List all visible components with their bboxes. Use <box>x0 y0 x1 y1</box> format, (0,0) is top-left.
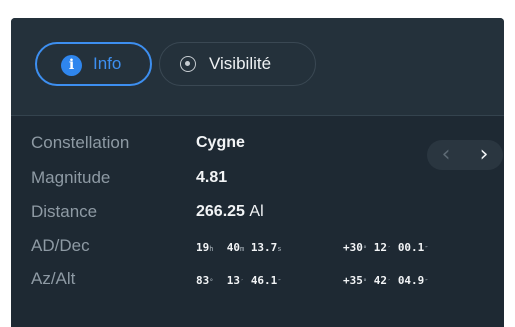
distance-value: 266.25 Al <box>196 203 264 220</box>
chevron-left-icon[interactable]: ‹ <box>427 140 465 170</box>
panel-header: i Info Visibilité <box>11 18 504 115</box>
right-ascension-value: 19h 40m 13.7s <box>196 241 282 254</box>
magnitude-label: Magnitude <box>31 168 111 187</box>
constellation-label: Constellation <box>31 133 130 152</box>
ad-dec-label: AD/Dec <box>31 236 90 255</box>
az-alt-label: Az/Alt <box>31 269 76 288</box>
info-icon: i <box>61 55 82 76</box>
constellation-value: Cygne <box>196 134 245 151</box>
visibility-icon <box>180 56 196 72</box>
header-divider <box>11 115 504 116</box>
distance-unit: Al <box>249 203 264 220</box>
tab-info-label: Info <box>93 54 122 73</box>
azimuth-value: 83° 13′ 46.1″ <box>196 274 282 287</box>
altitude-value: +35° 42′ 04.9″ <box>343 274 429 287</box>
tab-info[interactable]: i Info <box>35 42 152 86</box>
magnitude-value: 4.81 <box>196 169 228 186</box>
object-info-panel: i Info Visibilité ‹ › Constellation Cygn… <box>11 18 504 327</box>
object-navigation: ‹ › <box>427 140 503 170</box>
tab-visibility-label: Visibilité <box>209 54 272 73</box>
declination-value: +30° 12′ 00.1″ <box>343 241 429 254</box>
distance-label: Distance <box>31 202 98 221</box>
chevron-right-icon[interactable]: › <box>465 140 503 170</box>
tab-visibility[interactable]: Visibilité <box>159 42 316 86</box>
